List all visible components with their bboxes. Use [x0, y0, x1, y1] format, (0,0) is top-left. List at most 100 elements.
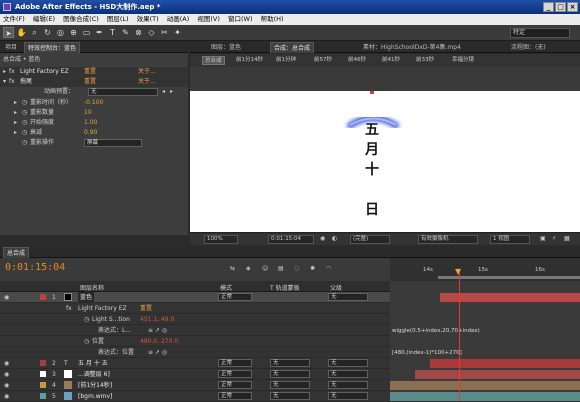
- layer-name[interactable]: [bgm.wmv]: [78, 391, 112, 402]
- zoom-tool-icon[interactable]: ⌕: [29, 27, 40, 38]
- rotate-tool-icon[interactable]: ↻: [42, 27, 53, 38]
- layer-bar[interactable]: [390, 381, 580, 390]
- stopwatch-icon[interactable]: ◷: [22, 128, 27, 138]
- stopwatch-icon[interactable]: ◷: [84, 314, 89, 325]
- layer-row[interactable]: ◉ 2 T 五 月 十 五 正常 无 无: [0, 358, 390, 369]
- crumb-item[interactable]: 前33秒: [414, 56, 436, 65]
- stopwatch-icon[interactable]: ◷: [22, 138, 27, 148]
- motion-blur-icon[interactable]: ◌: [294, 265, 299, 272]
- mode-dropdown[interactable]: 正常: [218, 392, 252, 400]
- layer-bar[interactable]: [440, 293, 580, 302]
- text-tool-icon[interactable]: T: [107, 27, 118, 38]
- reset-link[interactable]: 重置: [84, 77, 96, 87]
- effect-trail[interactable]: ▾ fx 拖尾 重置 关于...: [0, 77, 188, 87]
- property-row[interactable]: ◷ 位置 480.0, 270.0: [0, 336, 390, 347]
- layer-name[interactable]: 蓝色: [78, 292, 95, 303]
- fast-preview-icon[interactable]: ⚡: [552, 235, 556, 242]
- current-time-field[interactable]: 0:01:15:04: [268, 235, 314, 244]
- menu-file[interactable]: 文件(F): [0, 14, 28, 25]
- layer-row[interactable]: ◉ 4 [前1分14秒] 正常 无 无: [0, 380, 390, 391]
- prop-value[interactable]: 0.90: [84, 128, 97, 138]
- stopwatch-icon[interactable]: ◷: [22, 118, 27, 128]
- property-value[interactable]: 480.0, 270.0: [140, 336, 178, 347]
- label-color-swatch[interactable]: [40, 294, 46, 300]
- workspace-select[interactable]: 特定: [510, 28, 570, 38]
- eye-icon[interactable]: ◉: [4, 391, 9, 402]
- crumb-item[interactable]: 总合成: [202, 56, 225, 65]
- puppet-tool-icon[interactable]: ✦: [172, 27, 183, 38]
- expression-row[interactable]: 表达式：L... ≡ ↗ ◎: [0, 325, 390, 336]
- graph-editor-icon[interactable]: ◠: [326, 265, 331, 272]
- reset-link[interactable]: 重置: [84, 67, 96, 77]
- expression-switch-icon[interactable]: ≡ ↗ ◎: [148, 347, 167, 358]
- frame-blend-icon[interactable]: ▤: [278, 265, 284, 272]
- parent-dropdown[interactable]: 无: [328, 381, 368, 389]
- brainstorm-icon[interactable]: ✺: [310, 265, 315, 272]
- mode-dropdown[interactable]: 正常: [218, 370, 252, 378]
- stopwatch-icon[interactable]: ◷: [22, 108, 27, 118]
- eye-icon[interactable]: ◉: [4, 369, 9, 380]
- eraser-tool-icon[interactable]: ◇: [146, 27, 157, 38]
- snapshot-icon[interactable]: ◉: [320, 235, 325, 242]
- label-color-swatch[interactable]: [40, 371, 46, 377]
- composition-mini-flowchart-icon[interactable]: ⇆: [230, 265, 235, 272]
- maximize-button[interactable]: □: [555, 2, 566, 12]
- property-value[interactable]: 451.1, 49.0: [140, 314, 174, 325]
- prop-value[interactable]: 10: [84, 108, 92, 118]
- mode-dropdown[interactable]: 正常: [218, 359, 252, 367]
- roto-tool-icon[interactable]: ✂: [159, 27, 170, 38]
- expression-switch-icon[interactable]: ≡ ↗ ◎: [148, 325, 167, 336]
- tab-timeline-comp[interactable]: 总合成: [3, 247, 30, 258]
- crumb-item[interactable]: 前1分钟: [274, 56, 298, 65]
- stopwatch-icon[interactable]: ◷: [22, 98, 27, 108]
- minimize-button[interactable]: _: [543, 2, 554, 12]
- fx-toggle-icon[interactable]: fx: [66, 303, 72, 314]
- about-link[interactable]: 关于...: [138, 77, 156, 87]
- color-channel-icon[interactable]: ◐: [332, 235, 337, 242]
- parent-dropdown[interactable]: 无: [328, 392, 368, 400]
- crumb-item[interactable]: 前46秒: [346, 56, 368, 65]
- parent-dropdown[interactable]: 无: [328, 370, 368, 378]
- camera-tool-icon[interactable]: ◎: [55, 27, 66, 38]
- parent-dropdown[interactable]: 无: [328, 293, 368, 301]
- trkmat-dropdown[interactable]: 无: [270, 359, 310, 367]
- playhead-line[interactable]: [459, 272, 460, 401]
- expand-triangle-icon[interactable]: ▸: [14, 108, 17, 118]
- camera-dropdown[interactable]: 有效摄像机: [418, 235, 478, 244]
- prev-preset-icon[interactable]: ◂: [162, 87, 165, 97]
- eye-icon[interactable]: ◉: [4, 358, 9, 369]
- pan-behind-tool-icon[interactable]: ⊕: [68, 27, 79, 38]
- layer-bar[interactable]: [390, 392, 580, 401]
- expand-triangle-icon[interactable]: ▾: [3, 77, 6, 87]
- clone-tool-icon[interactable]: ⊗: [133, 27, 144, 38]
- prop-value[interactable]: -0.100: [84, 98, 103, 108]
- layer-name[interactable]: [前1分14秒]: [78, 380, 112, 391]
- trkmat-dropdown[interactable]: 无: [270, 370, 310, 378]
- timeline-tracks[interactable]: wiggle(0.5+index,20,70+index) [480,(inde…: [390, 281, 580, 401]
- expand-triangle-icon[interactable]: ▸: [14, 128, 17, 138]
- mode-dropdown[interactable]: 正常: [218, 381, 252, 389]
- tab-layer[interactable]: 图层：蓝色: [208, 42, 244, 53]
- hand-tool-icon[interactable]: ✋: [16, 27, 27, 38]
- layer-name[interactable]: 五 月 十 五: [78, 358, 108, 369]
- tab-project[interactable]: 项目: [2, 42, 20, 53]
- property-row[interactable]: ◷ Light S...tion 451.1, 49.0: [0, 314, 390, 325]
- pen-tool-icon[interactable]: ✒: [94, 27, 105, 38]
- layer-row[interactable]: ◉ 5 [bgm.wmv] 正常 无 无: [0, 391, 390, 402]
- tab-effect-controls[interactable]: 特效控制台：蓝色: [24, 42, 81, 53]
- time-ruler[interactable]: 14s 15s 16s ▼: [390, 258, 580, 281]
- effect-row[interactable]: fx Light Factory EZ 重置: [0, 303, 390, 314]
- mask-tool-icon[interactable]: ▭: [81, 27, 92, 38]
- effect-light-factory[interactable]: ▸ fx Light Factory EZ 重置 关于...: [0, 67, 188, 77]
- close-button[interactable]: ×: [567, 2, 578, 12]
- prop-value[interactable]: 1.00: [84, 118, 97, 128]
- layer-row[interactable]: ◉ 1 蓝色 正常 无: [0, 292, 390, 303]
- expand-triangle-icon[interactable]: ▸: [14, 118, 17, 128]
- zoom-dropdown[interactable]: 100%: [204, 235, 238, 244]
- label-color-swatch[interactable]: [40, 360, 46, 366]
- trkmat-dropdown[interactable]: 无: [270, 392, 310, 400]
- menu-edit[interactable]: 编辑(E): [30, 14, 58, 25]
- menu-effect[interactable]: 效果(T): [134, 14, 162, 25]
- expression-text[interactable]: wiggle(0.5+index,20,70+index): [392, 328, 480, 334]
- layer-bar[interactable]: [415, 370, 580, 379]
